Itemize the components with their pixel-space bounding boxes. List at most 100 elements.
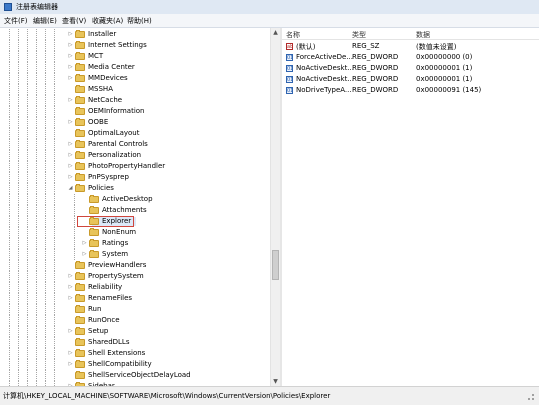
tree-item[interactable]: ▷ ShellCompatibility [0, 359, 270, 370]
folder-icon [75, 316, 85, 324]
tree-guide-line [27, 238, 28, 249]
expand-arrow-icon[interactable]: ▷ [82, 241, 87, 246]
menu-edit[interactable]: 编辑(E) [33, 16, 57, 26]
tree-guide-line [54, 205, 55, 216]
expand-arrow-icon[interactable]: ▷ [68, 175, 73, 180]
column-name[interactable]: 名称 [286, 30, 300, 40]
tree-guide-line [36, 161, 37, 172]
expand-arrow-icon[interactable]: ▷ [68, 164, 73, 169]
tree-item-label: Reliability [88, 283, 123, 291]
scroll-down-icon[interactable]: ▼ [272, 378, 279, 385]
tree-item[interactable]: ▷ MCT [0, 51, 270, 62]
tree-guide-line [27, 271, 28, 282]
tree-item[interactable]: ◢ Policies [0, 183, 270, 194]
value-row[interactable]: 01 NoActiveDeskt... REG_DWORD 0x00000001 (1… [282, 63, 539, 74]
folder-icon [75, 184, 85, 192]
tree-guide-line [27, 227, 28, 238]
registry-tree[interactable]: ▷ Installer ▷ Internet Settings ▷ MCT ▷ Media C… [0, 28, 270, 386]
tree-item[interactable]: OptimalLayout [0, 128, 270, 139]
tree-item[interactable]: MSSHA [0, 84, 270, 95]
tree-item[interactable]: ▷ Media Center [0, 62, 270, 73]
tree-item[interactable]: ▷ System [0, 249, 270, 260]
expand-arrow-icon[interactable]: ▷ [68, 43, 73, 48]
expand-arrow-icon[interactable]: ▷ [68, 153, 73, 158]
tree-item-label: Internet Settings [88, 41, 147, 49]
tree-item[interactable]: ▷ PropertySystem [0, 271, 270, 282]
tree-item[interactable]: ShellServiceObjectDelayLoad [0, 370, 270, 381]
tree-item[interactable]: ▷ Shell Extensions [0, 348, 270, 359]
expand-arrow-icon[interactable]: ▷ [68, 274, 73, 279]
tree-guide-line [36, 348, 37, 359]
resize-grip-icon[interactable] [520, 390, 536, 402]
tree-item[interactable]: ▷ Personalization [0, 150, 270, 161]
expand-arrow-icon[interactable]: ▷ [68, 362, 73, 367]
tree-item[interactable]: Run [0, 304, 270, 315]
tree-item[interactable]: ▷ OOBE [0, 117, 270, 128]
tree-item[interactable]: Explorer [0, 216, 270, 227]
tree-item[interactable]: ▷ PhotoPropertyHandler [0, 161, 270, 172]
tree-guide-line [54, 227, 55, 238]
tree-guide-line [36, 172, 37, 183]
tree-guide-line [45, 304, 46, 315]
expand-arrow-icon[interactable]: ▷ [68, 65, 73, 70]
tree-guide-line [54, 183, 55, 194]
tree-item[interactable]: ▷ Setup [0, 326, 270, 337]
tree-guide-line [27, 315, 28, 326]
expand-arrow-icon[interactable]: ▷ [68, 351, 73, 356]
scroll-up-icon[interactable]: ▲ [272, 29, 279, 36]
scroll-thumb[interactable] [272, 250, 279, 280]
expand-arrow-icon[interactable]: ▷ [68, 98, 73, 103]
tree-item[interactable]: ▷ RenameFiles [0, 293, 270, 304]
tree-item[interactable]: ▷ PnPSysprep [0, 172, 270, 183]
tree-guide-line [9, 326, 10, 337]
expand-arrow-icon[interactable]: ▷ [68, 329, 73, 334]
expand-arrow-icon[interactable]: ▷ [68, 32, 73, 37]
tree-guide-line [54, 359, 55, 370]
tree-scrollbar[interactable]: ▲ ▼ [270, 28, 280, 386]
folder-icon [75, 96, 85, 104]
tree-item[interactable]: ▷ Internet Settings [0, 40, 270, 51]
tree-item[interactable]: Attachments [0, 205, 270, 216]
tree-guide-line [27, 337, 28, 348]
menu-file[interactable]: 文件(F) [4, 16, 28, 26]
value-row[interactable]: ab (默认) REG_SZ (数值未设置) [282, 41, 539, 52]
tree-guide-line [36, 194, 37, 205]
tree-guide-line [45, 348, 46, 359]
tree-item[interactable]: OEMInformation [0, 106, 270, 117]
expand-arrow-icon[interactable]: ▷ [68, 76, 73, 81]
menu-view[interactable]: 查看(V) [62, 16, 86, 26]
tree-item[interactable]: ▷ Parental Controls [0, 139, 270, 150]
tree-guide-line [45, 205, 46, 216]
tree-guide-line [9, 282, 10, 293]
tree-item[interactable]: ▷ Installer [0, 29, 270, 40]
tree-item-label: ShellServiceObjectDelayLoad [88, 371, 191, 379]
expand-arrow-icon[interactable]: ▷ [68, 120, 73, 125]
value-row[interactable]: 01 ForceActiveDe... REG_DWORD 0x00000000 (0… [282, 52, 539, 63]
tree-item-label: OEMInformation [88, 107, 145, 115]
expand-arrow-icon[interactable]: ▷ [68, 142, 73, 147]
menu-help[interactable]: 帮助(H) [127, 16, 152, 26]
tree-item[interactable]: ActiveDesktop [0, 194, 270, 205]
value-row[interactable]: 01 NoActiveDeskt... REG_DWORD 0x00000001 (1… [282, 74, 539, 85]
value-row[interactable]: 01 NoDriveTypeA... REG_DWORD 0x00000091 (14… [282, 85, 539, 96]
tree-item[interactable]: SharedDLLs [0, 337, 270, 348]
tree-item[interactable]: NonEnum [0, 227, 270, 238]
expand-arrow-icon[interactable]: ▷ [82, 252, 87, 257]
tree-item[interactable]: ▷ Ratings [0, 238, 270, 249]
tree-item[interactable]: ▷ MMDevices [0, 73, 270, 84]
tree-guide-line [45, 194, 46, 205]
folder-icon [89, 250, 99, 258]
column-data[interactable]: 数据 [416, 30, 430, 40]
folder-icon [89, 206, 99, 214]
expand-arrow-icon[interactable]: ▷ [68, 296, 73, 301]
tree-item[interactable]: ▷ NetCache [0, 95, 270, 106]
tree-item[interactable]: RunOnce [0, 315, 270, 326]
tree-item[interactable]: ▷ Reliability [0, 282, 270, 293]
expand-arrow-icon[interactable]: ▷ [68, 54, 73, 59]
menu-favorites[interactable]: 收藏夹(A) [92, 16, 123, 26]
collapse-arrow-icon[interactable]: ◢ [68, 186, 73, 191]
tree-guide-line [27, 304, 28, 315]
tree-item[interactable]: PreviewHandlers [0, 260, 270, 271]
column-type[interactable]: 类型 [352, 30, 366, 40]
expand-arrow-icon[interactable]: ▷ [68, 285, 73, 290]
